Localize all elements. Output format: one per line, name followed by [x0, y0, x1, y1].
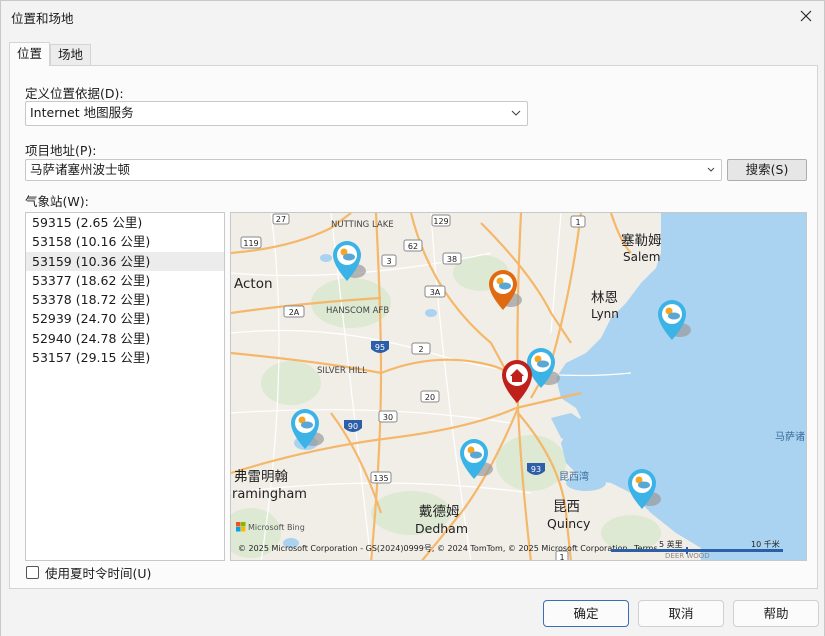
- dst-checkbox-row[interactable]: 使用夏时令时间(U): [26, 563, 151, 582]
- svg-text:129: 129: [433, 217, 448, 226]
- weather-stations-label: 气象站(W):: [25, 194, 89, 209]
- svg-text:弗雷明翰: 弗雷明翰: [234, 469, 288, 485]
- map-view[interactable]: 27 129 1 119 62 3 38 3A 2A 95 2 20 30 90…: [230, 212, 807, 561]
- svg-text:Microsoft Bing: Microsoft Bing: [248, 523, 305, 532]
- svg-text:戴德姆: 戴德姆: [419, 504, 460, 520]
- help-button[interactable]: 帮助: [733, 600, 819, 627]
- define-location-value: Internet 地图服务: [30, 105, 134, 120]
- svg-text:NUTTING LAKE: NUTTING LAKE: [331, 220, 394, 230]
- title-bar: 位置和场地: [1, 1, 824, 31]
- list-item[interactable]: 53157 (29.15 公里): [26, 348, 224, 367]
- define-location-label: 定义位置依据(D):: [25, 86, 124, 101]
- dialog-footer: 确定 取消 帮助: [1, 590, 824, 636]
- svg-text:3A: 3A: [430, 288, 441, 297]
- svg-text:2: 2: [418, 345, 423, 354]
- search-button[interactable]: 搜索(S): [727, 159, 807, 181]
- svg-text:135: 135: [373, 474, 388, 483]
- project-address-value: 马萨诸塞州波士顿: [30, 162, 131, 177]
- cancel-button[interactable]: 取消: [638, 600, 724, 627]
- svg-text:1: 1: [575, 218, 580, 227]
- svg-text:ramingham: ramingham: [232, 487, 307, 502]
- location-and-site-dialog: 位置和场地 位置 场地 定义位置依据(D): Internet 地图服务 项目地…: [0, 0, 825, 636]
- svg-text:30: 30: [383, 413, 393, 422]
- list-item[interactable]: 52939 (24.70 公里): [26, 309, 224, 328]
- chevron-down-icon: [511, 102, 521, 131]
- svg-text:昆西: 昆西: [553, 499, 580, 515]
- svg-text:93: 93: [531, 465, 541, 474]
- dst-checkbox[interactable]: [26, 566, 39, 579]
- svg-text:10 千米: 10 千米: [751, 539, 780, 549]
- map-copyright: © 2025 Microsoft Corporation - GS(2024)0…: [238, 544, 628, 553]
- svg-text:5 英里: 5 英里: [659, 539, 683, 549]
- tab-strip: 位置 场地: [9, 42, 92, 66]
- svg-text:20: 20: [425, 393, 435, 402]
- svg-text:马萨诸: 马萨诸: [775, 431, 805, 443]
- list-item-selected[interactable]: 53159 (10.36 公里): [26, 251, 224, 271]
- svg-text:27: 27: [276, 215, 286, 224]
- svg-text:38: 38: [447, 255, 457, 264]
- tab-location[interactable]: 位置: [9, 42, 51, 66]
- ok-button[interactable]: 确定: [543, 600, 629, 627]
- svg-text:Lynn: Lynn: [591, 307, 619, 321]
- svg-text:90: 90: [348, 422, 358, 431]
- svg-text:62: 62: [408, 242, 418, 251]
- tab-site[interactable]: 场地: [50, 44, 92, 65]
- svg-text:Acton: Acton: [234, 276, 273, 292]
- close-icon[interactable]: [794, 4, 818, 28]
- svg-text:Salem: Salem: [623, 250, 660, 264]
- window-title: 位置和场地: [11, 11, 74, 26]
- svg-text:3: 3: [386, 257, 391, 266]
- svg-text:2A: 2A: [289, 308, 300, 317]
- svg-text:Dedham: Dedham: [415, 521, 468, 536]
- list-item[interactable]: 52940 (24.78 公里): [26, 329, 224, 348]
- list-item[interactable]: 53377 (18.62 公里): [26, 271, 224, 290]
- weather-station-list[interactable]: 59315 (2.65 公里) 53158 (10.16 公里) 53159 (…: [25, 212, 225, 561]
- define-location-dropdown[interactable]: Internet 地图服务: [25, 101, 528, 126]
- svg-text:Quincy: Quincy: [547, 516, 591, 531]
- svg-text:119: 119: [243, 239, 258, 248]
- svg-text:HANSCOM AFB: HANSCOM AFB: [326, 306, 389, 316]
- list-item[interactable]: 53378 (18.72 公里): [26, 290, 224, 309]
- svg-text:95: 95: [375, 343, 385, 352]
- list-item[interactable]: 53158 (10.16 公里): [26, 232, 224, 251]
- project-address-label: 项目地址(P):: [25, 143, 97, 158]
- project-address-combobox[interactable]: 马萨诸塞州波士顿: [25, 159, 722, 181]
- svg-text:1: 1: [559, 553, 564, 561]
- svg-text:SILVER HILL: SILVER HILL: [317, 366, 367, 376]
- svg-text:林恩: 林恩: [591, 290, 618, 306]
- list-item[interactable]: 59315 (2.65 公里): [26, 213, 224, 232]
- dst-label: 使用夏时令时间(U): [45, 566, 152, 581]
- svg-text:塞勒姆: 塞勒姆: [621, 232, 662, 249]
- chevron-down-icon[interactable]: [707, 160, 715, 186]
- svg-text:昆西湾: 昆西湾: [559, 470, 589, 483]
